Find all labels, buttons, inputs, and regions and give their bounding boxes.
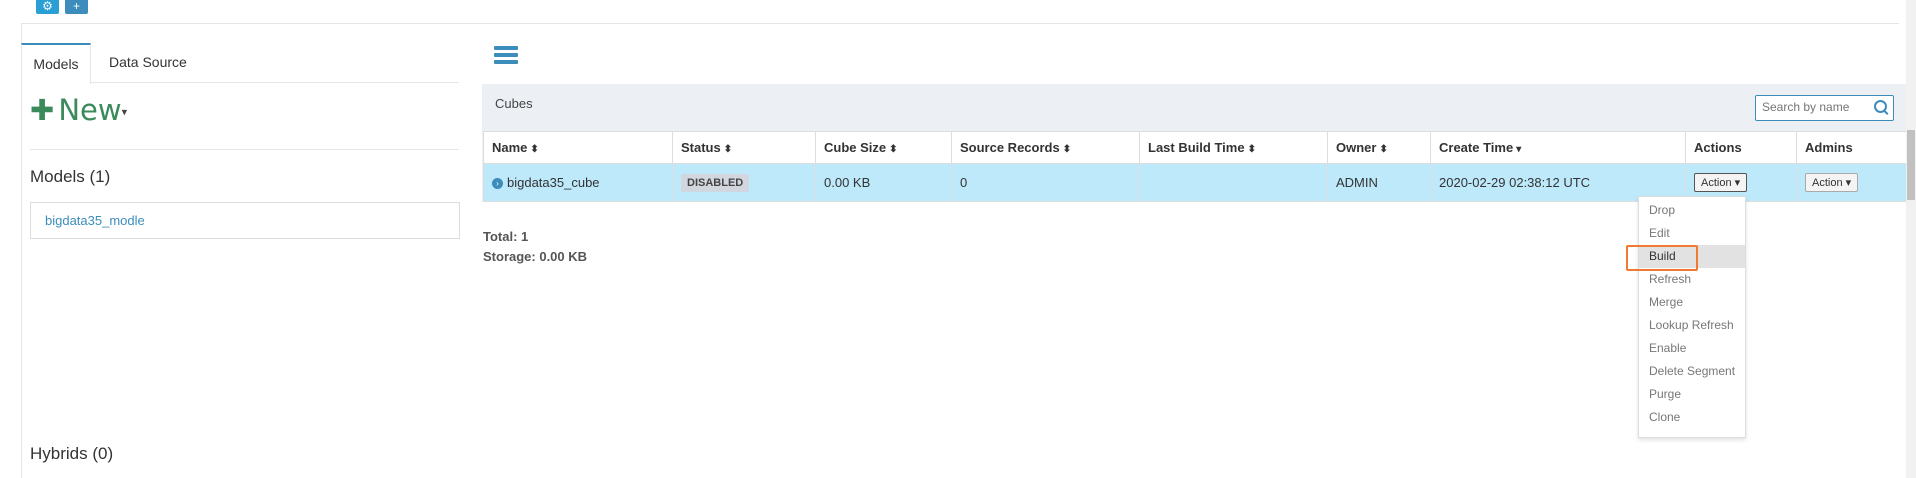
sort-icon: ⬍ — [723, 144, 733, 155]
menu-item-clone[interactable]: Clone — [1639, 406, 1745, 429]
menu-item-edit[interactable]: Edit — [1639, 222, 1745, 245]
col-admins: Admins — [1796, 131, 1912, 164]
sort-icon: ⬍ — [1247, 144, 1256, 155]
col-create-time[interactable]: Create Time ▾ — [1430, 131, 1686, 164]
table-header-row: Name ⬍ Status ⬍ Cube Size ⬍ Source Records ⬍… — [483, 131, 1912, 164]
plus-icon[interactable]: + — [65, 0, 88, 14]
menu-toggle-icon[interactable] — [494, 46, 518, 67]
new-button-label: New — [58, 93, 122, 127]
search-icon[interactable] — [1874, 100, 1887, 113]
col-owner[interactable]: Owner ⬍ — [1327, 131, 1431, 164]
col-status[interactable]: Status ⬍ — [672, 131, 816, 164]
status-badge: DISABLED — [681, 173, 750, 192]
storage-total: Storage: 0.00 KB — [483, 249, 588, 264]
col-last-build-time[interactable]: Last Build Time ⬍ — [1139, 131, 1328, 164]
tab-models-label: Models — [33, 56, 79, 72]
sort-down-icon: ▾ — [1516, 144, 1522, 155]
gear-icon[interactable]: ⚙ — [36, 0, 59, 14]
cell-status: DISABLED — [672, 163, 816, 202]
sort-icon: ⬍ — [1379, 144, 1388, 155]
cubes-title: Cubes — [495, 96, 533, 111]
model-list: bigdata35_modle — [30, 202, 460, 239]
action-dropdown-button[interactable]: Action ▾ — [1694, 173, 1748, 192]
menu-item-merge[interactable]: Merge — [1639, 291, 1745, 314]
caret-down-icon: ▾ — [121, 105, 128, 119]
cell-last-build-time — [1139, 163, 1328, 202]
cell-owner: ADMIN — [1327, 163, 1431, 202]
menu-item-delete-segment[interactable]: Delete Segment — [1639, 360, 1745, 383]
expand-icon[interactable]: › — [492, 178, 503, 189]
menu-item-enable[interactable]: Enable — [1639, 337, 1745, 360]
col-cube-size[interactable]: Cube Size ⬍ — [815, 131, 952, 164]
plus-icon: ✚ — [30, 93, 55, 127]
tab-data-source-label: Data Source — [109, 54, 187, 70]
hybrids-title: Hybrids (0) — [30, 444, 114, 463]
menu-item-refresh[interactable]: Refresh — [1639, 268, 1745, 291]
col-name[interactable]: Name ⬍ — [483, 131, 673, 164]
sort-icon: ⬍ — [1062, 144, 1072, 155]
model-tabs: Models Data Source — [21, 43, 459, 84]
menu-item-drop[interactable]: Drop — [1639, 199, 1745, 222]
total-count: Total: 1 — [483, 229, 529, 244]
cubes-table: Name ⬍ Status ⬍ Cube Size ⬍ Source Records ⬍… — [483, 131, 1912, 202]
page-scrollbar[interactable] — [1906, 0, 1916, 478]
cell-cube-size: 0.00 KB — [815, 163, 952, 202]
caret-down-icon: ▾ — [1845, 177, 1852, 189]
cell-source-records: 0 — [951, 163, 1140, 202]
action-menu: Drop Edit Build Refresh Merge Lookup Ref… — [1638, 196, 1746, 438]
tab-models[interactable]: Models — [21, 43, 91, 84]
cell-admins: Action ▾ — [1796, 163, 1912, 202]
models-title: Models (1) — [30, 167, 111, 186]
scrollbar-thumb[interactable] — [1907, 130, 1915, 200]
search-box — [1755, 95, 1894, 121]
new-button[interactable]: ✚ New▾ — [30, 93, 127, 127]
tab-data-source[interactable]: Data Source — [109, 43, 187, 81]
menu-item-purge[interactable]: Purge — [1639, 383, 1745, 406]
sort-icon: ⬍ — [530, 144, 539, 155]
caret-down-icon: ▾ — [1734, 177, 1741, 189]
left-divider — [30, 149, 459, 150]
search-input[interactable] — [1756, 96, 1867, 118]
sort-icon: ⬍ — [889, 144, 898, 155]
col-actions: Actions — [1685, 131, 1797, 164]
build-highlight-box — [1626, 245, 1698, 271]
model-item[interactable]: bigdata35_modle — [45, 213, 145, 228]
col-source-records[interactable]: Source Records ⬍ — [951, 131, 1140, 164]
top-divider — [21, 23, 1899, 24]
admin-action-dropdown-button[interactable]: Action ▾ — [1805, 173, 1859, 192]
cell-name[interactable]: › bigdata35_cube — [483, 163, 673, 202]
left-border — [21, 23, 22, 478]
menu-item-lookup-refresh[interactable]: Lookup Refresh — [1639, 314, 1745, 337]
